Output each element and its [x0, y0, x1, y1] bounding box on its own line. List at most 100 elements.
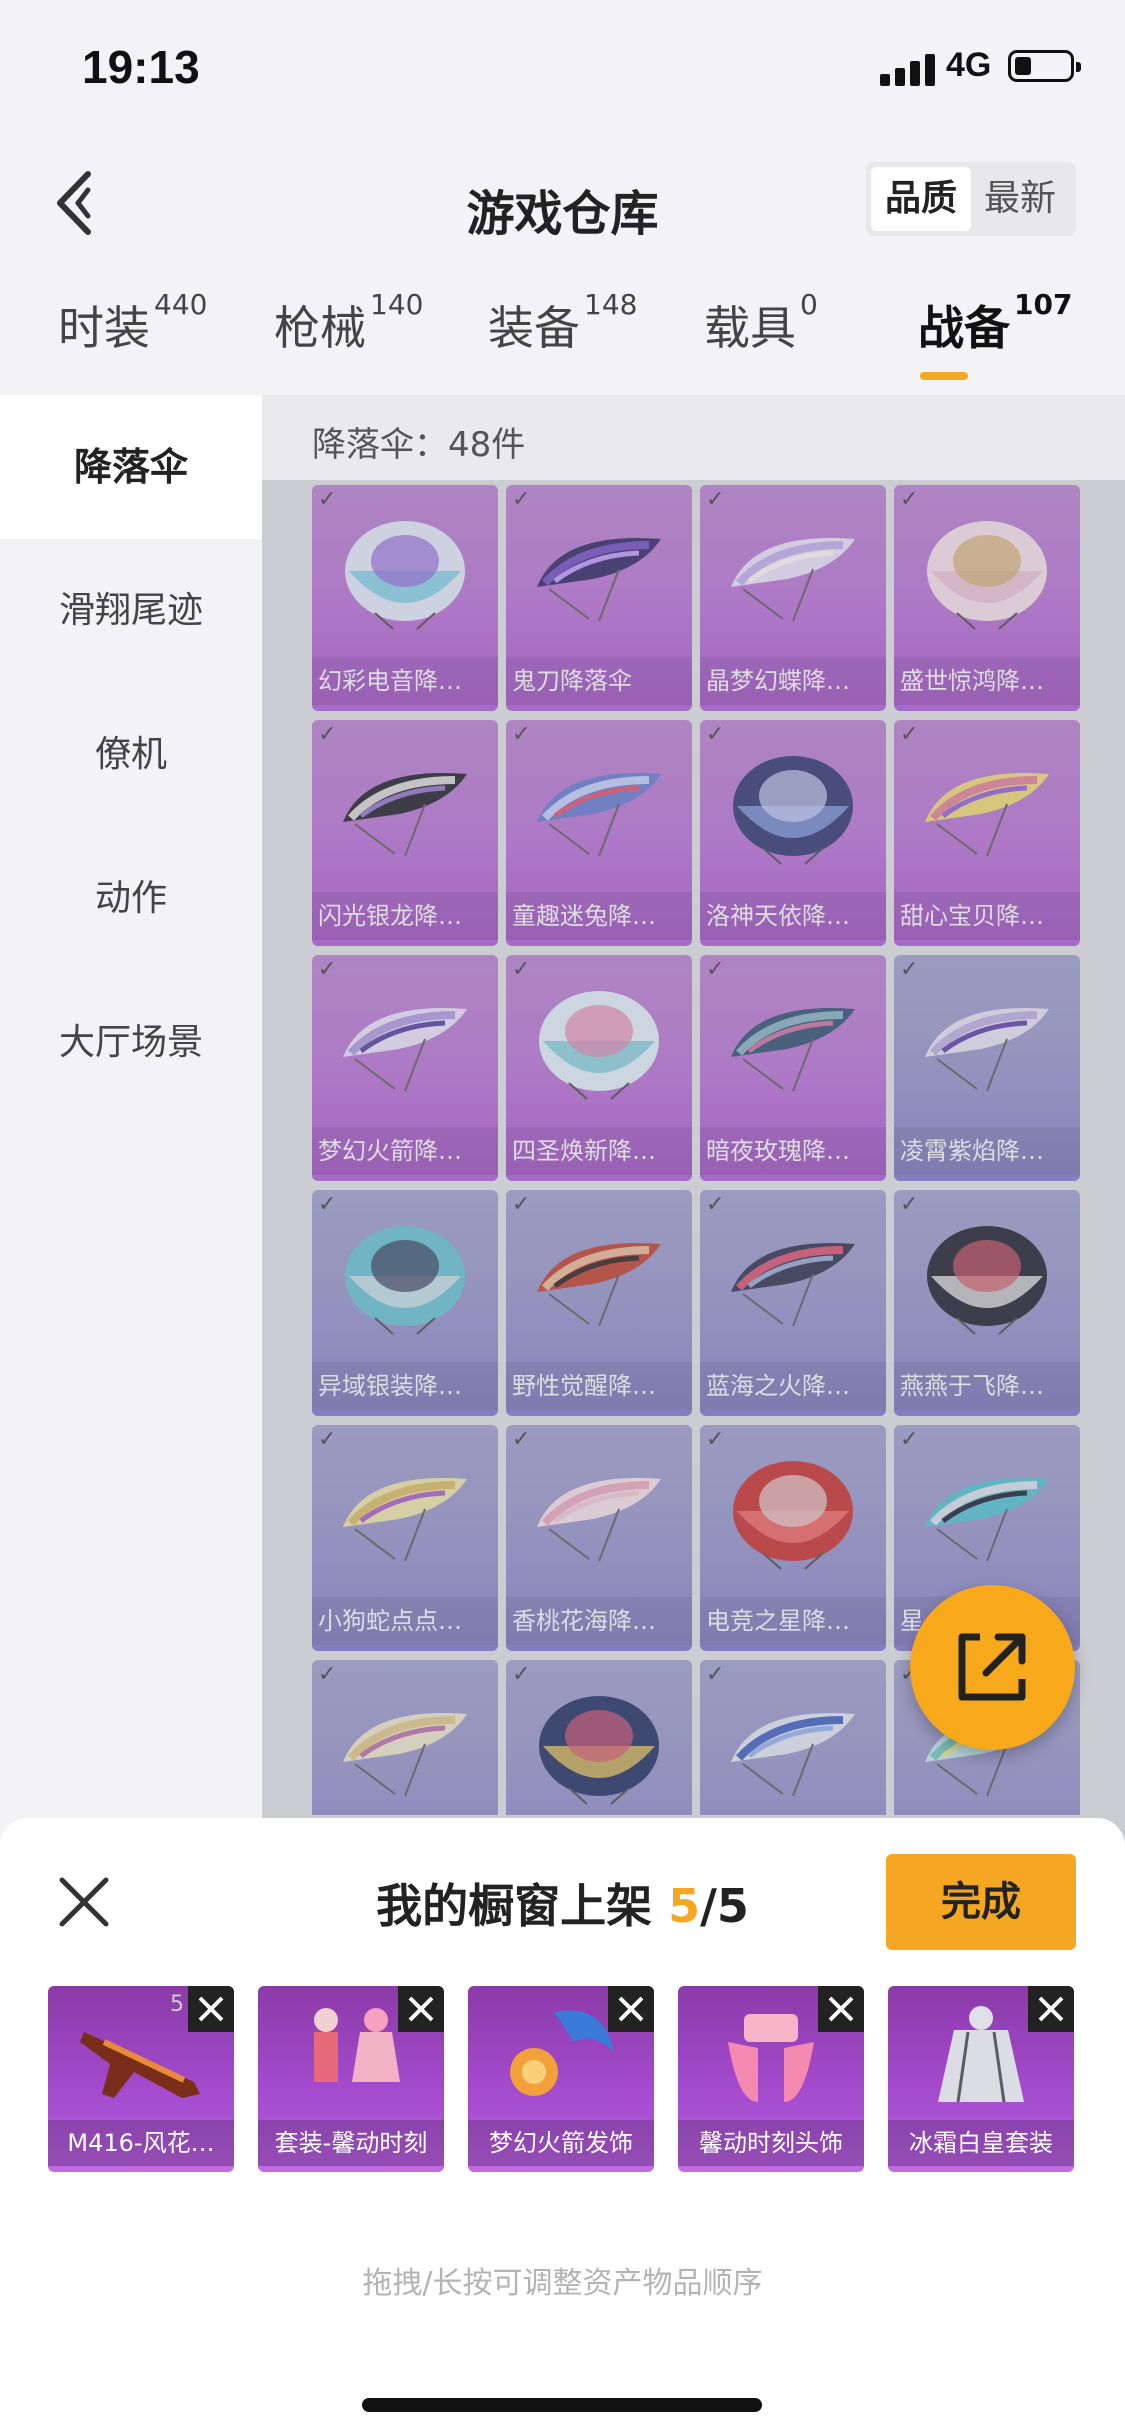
sort-toggle: 品质 最新	[866, 162, 1076, 236]
tab-count: 148	[584, 288, 638, 321]
check-icon: ✓	[512, 1192, 531, 1217]
check-icon: ✓	[512, 487, 531, 512]
showcase-item[interactable]: 5 M416-风花…	[48, 1986, 234, 2172]
app-root: { "status_bar": {"time": "19:13", "netwo…	[0, 0, 1125, 2436]
check-icon: ✓	[318, 487, 337, 512]
parachute-card[interactable]: ✓ 甜心宝贝降…	[894, 720, 1080, 946]
parachute-image	[343, 1478, 467, 1562]
parachute-image	[733, 1461, 853, 1570]
parachute-name: 甜心宝贝降…	[894, 892, 1080, 940]
tab-label: 枪械	[274, 301, 366, 355]
parachute-card[interactable]: ✓ 梦幻火箭降…	[312, 955, 498, 1181]
parachute-card[interactable]: ✓	[312, 1660, 498, 1815]
remove-icon[interactable]	[818, 1986, 864, 2032]
parachute-image	[343, 773, 467, 857]
sidebar-item-glide-trail[interactable]: 滑翔尾迹	[0, 539, 262, 683]
sort-quality-button[interactable]: 品质	[871, 167, 971, 231]
check-icon: ✓	[706, 1192, 725, 1217]
parachute-card[interactable]: ✓ 暗夜玫瑰降…	[700, 955, 886, 1181]
parachute-card[interactable]: ✓ 晶梦幻蝶降…	[700, 485, 886, 711]
check-icon: ✓	[318, 722, 337, 747]
parachute-card[interactable]: ✓ 四圣焕新降…	[506, 955, 692, 1181]
showcase-item[interactable]: 套装-馨动时刻	[258, 1986, 444, 2172]
sidebar-item-wingman[interactable]: 僚机	[0, 683, 262, 827]
parachute-card[interactable]: ✓ 蓝海之火降…	[700, 1190, 886, 1416]
check-icon: ✓	[900, 1427, 919, 1452]
parachute-card[interactable]: ✓ 盛世惊鸿降…	[894, 485, 1080, 711]
check-icon: ✓	[512, 1427, 531, 1452]
reorder-hint: 拖拽/长按可调整资产物品顺序	[362, 2266, 763, 2301]
tab-vehicles[interactable]: 载具 0	[704, 288, 818, 358]
parachute-image	[927, 1226, 1047, 1335]
parachute-name: 凌霄紫焰降…	[894, 1127, 1080, 1175]
showcase-item[interactable]: 冰霜白皇套装	[888, 1986, 1074, 2172]
tab-battle-gear[interactable]: 战备 107	[918, 288, 1072, 358]
parachute-card[interactable]: ✓	[506, 1660, 692, 1815]
tab-count: 107	[1014, 288, 1073, 321]
parachute-name: 蓝海之火降…	[700, 1362, 886, 1410]
tab-equipment[interactable]: 装备 148	[488, 288, 637, 358]
remove-icon[interactable]	[608, 1986, 654, 2032]
parachute-card[interactable]: ✓ 香桃花海降…	[506, 1425, 692, 1651]
tab-count: 0	[800, 288, 818, 321]
parachute-image	[731, 1713, 855, 1797]
check-icon: ✓	[512, 722, 531, 747]
item-count: 降落伞：48件	[312, 425, 526, 465]
check-icon: ✓	[900, 1192, 919, 1217]
parachute-name: 电竞之星降…	[700, 1597, 886, 1645]
parachute-card[interactable]: ✓ 洛神天依降…	[700, 720, 886, 946]
tab-label: 装备	[488, 301, 580, 355]
parachute-name: 野性觉醒降…	[506, 1362, 692, 1410]
done-button[interactable]: 完成	[886, 1854, 1076, 1950]
parachute-name: 洛神天依降…	[700, 892, 886, 940]
check-icon: ✓	[318, 1662, 337, 1687]
parachute-image	[345, 1226, 465, 1335]
sidebar-item-lobby-scene[interactable]: 大厅场景	[0, 971, 262, 1115]
parachute-name: 幻彩电音降…	[312, 657, 498, 705]
share-button[interactable]	[910, 1585, 1075, 1750]
sidebar-item-parachute[interactable]: 降落伞	[0, 395, 262, 539]
parachute-image	[927, 521, 1047, 630]
sidebar-item-emote[interactable]: 动作	[0, 827, 262, 971]
parachute-card[interactable]: ✓ 小狗蛇点点…	[312, 1425, 498, 1651]
parachute-name: 燕燕于飞降…	[894, 1362, 1080, 1410]
parachute-card[interactable]: ✓ 幻彩电音降…	[312, 485, 498, 711]
parachute-card[interactable]: ✓	[700, 1660, 886, 1815]
showcase-item[interactable]: 馨动时刻头饰	[678, 1986, 864, 2172]
parachute-card[interactable]: ✓ 闪光银龙降…	[312, 720, 498, 946]
tab-fashion[interactable]: 时装 440	[58, 288, 207, 358]
parachute-image	[537, 1243, 661, 1327]
showcase-item-name: 馨动时刻头饰	[678, 2120, 864, 2166]
showcase-item-name: M416-风花…	[48, 2120, 234, 2166]
parachute-card[interactable]: ✓ 凌霄紫焰降…	[894, 955, 1080, 1181]
check-icon: ✓	[318, 957, 337, 982]
parachute-image	[925, 1478, 1049, 1562]
parachute-image	[343, 1008, 467, 1092]
parachute-name: 晶梦幻蝶降…	[700, 657, 886, 705]
signal-icon	[880, 52, 936, 86]
parachute-image	[731, 1243, 855, 1327]
parachute-name: 梦幻火箭降…	[312, 1127, 498, 1175]
parachute-card[interactable]: ✓ 鬼刀降落伞	[506, 485, 692, 711]
sort-latest-button[interactable]: 最新	[970, 167, 1070, 231]
share-icon	[958, 1633, 1026, 1701]
remove-icon[interactable]	[188, 1986, 234, 2032]
parachute-name: 香桃花海降…	[506, 1597, 692, 1645]
remove-icon[interactable]	[1028, 1986, 1074, 2032]
tab-firearms[interactable]: 枪械 140	[274, 288, 423, 358]
remove-icon[interactable]	[398, 1986, 444, 2032]
parachute-card[interactable]: ✓ 异域银装降…	[312, 1190, 498, 1416]
showcase-item-name: 套装-馨动时刻	[258, 2120, 444, 2166]
parachute-card[interactable]: ✓ 童趣迷兔降…	[506, 720, 692, 946]
parachute-image	[731, 538, 855, 622]
check-icon: ✓	[900, 487, 919, 512]
showcase-item-name: 冰霜白皇套装	[888, 2120, 1074, 2166]
tab-label: 战备	[918, 301, 1010, 355]
parachute-card[interactable]: ✓ 野性觉醒降…	[506, 1190, 692, 1416]
parachute-card[interactable]: ✓ 燕燕于飞降…	[894, 1190, 1080, 1416]
parachute-name: 闪光银龙降…	[312, 892, 498, 940]
parachute-card[interactable]: ✓ 电竞之星降…	[700, 1425, 886, 1651]
showcase-item[interactable]: 梦幻火箭发饰	[468, 1986, 654, 2172]
check-icon: ✓	[512, 957, 531, 982]
parachute-name: 鬼刀降落伞	[506, 657, 692, 705]
